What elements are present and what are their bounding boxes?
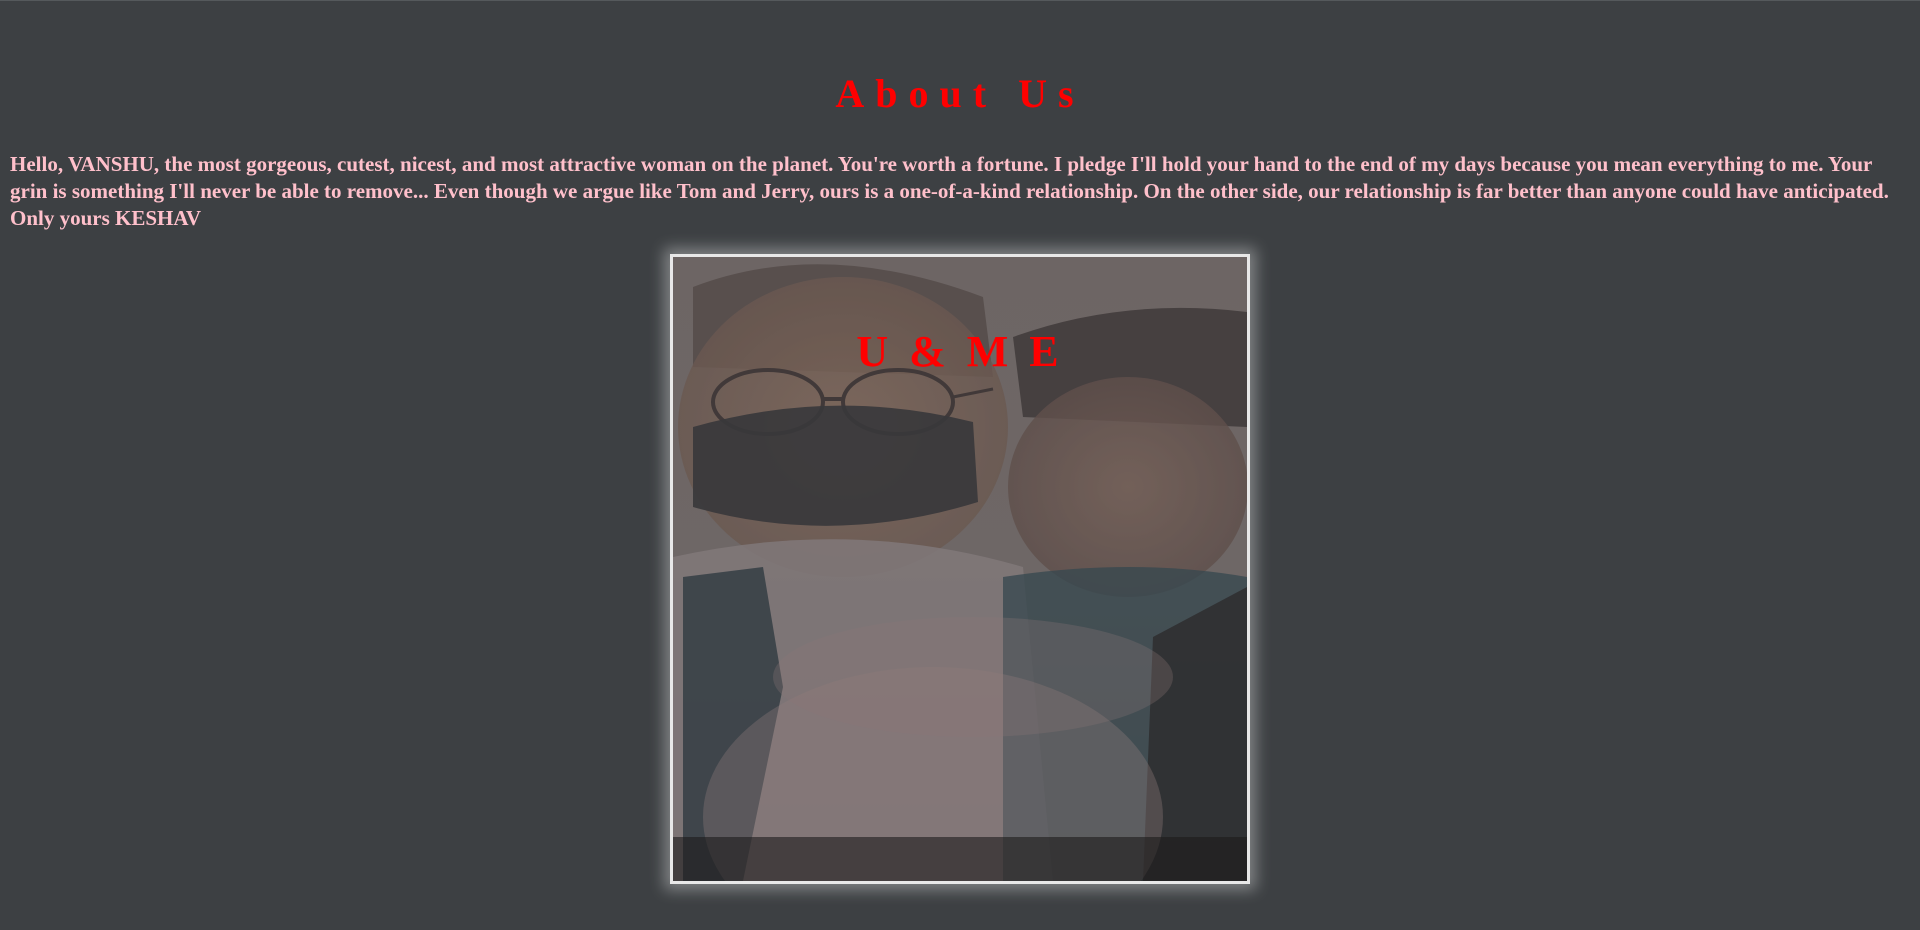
page-title: About Us — [835, 71, 1085, 116]
photo-frame: U & M E — [670, 254, 1250, 884]
photo-caption: U & M E — [856, 327, 1064, 376]
about-paragraph: Hello, VANSHU, the most gorgeous, cutest… — [10, 152, 1889, 230]
about-page: About Us Hello, VANSHU, the most gorgeou… — [0, 0, 1920, 930]
